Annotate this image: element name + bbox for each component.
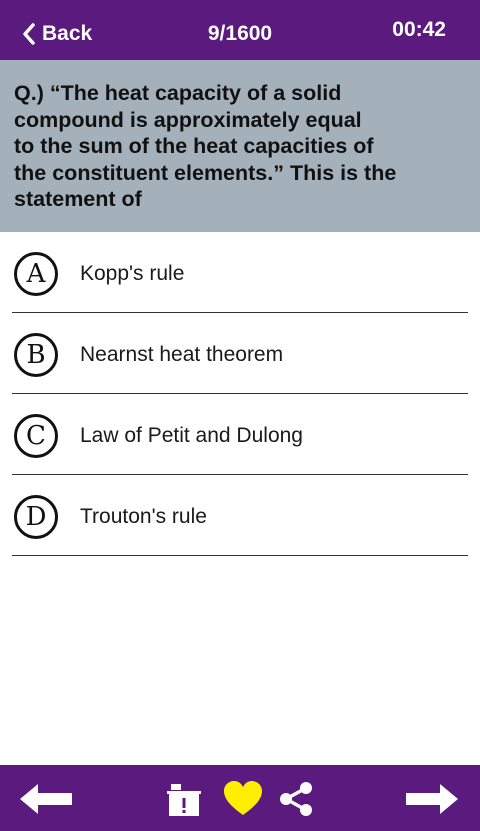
share-button[interactable]	[276, 779, 316, 819]
option-letter-badge: B	[14, 333, 58, 377]
timer: 00:42	[392, 18, 446, 41]
report-button[interactable]	[164, 779, 204, 819]
option-letter-badge: C	[14, 414, 58, 458]
report-box-icon	[167, 784, 201, 816]
option-label: Nearnst heat theorem	[80, 343, 284, 366]
option-b[interactable]: B Nearnst heat theorem	[0, 313, 480, 394]
question-line: compound is approximately equal	[14, 107, 362, 132]
option-c[interactable]: C Law of Petit and Dulong	[0, 394, 480, 475]
question-line: Q.) “The heat capacity of a solid	[14, 81, 342, 105]
share-icon	[280, 782, 312, 816]
question-line: statement of	[14, 187, 142, 211]
favorite-button[interactable]	[222, 779, 264, 819]
previous-button[interactable]	[14, 779, 76, 819]
question-line: to the sum of the heat capacities of	[14, 134, 374, 158]
top-bar: Back 9/1600 00:42	[0, 0, 480, 60]
bottom-bar	[0, 765, 480, 831]
heart-icon	[224, 781, 262, 815]
arrow-left-icon	[20, 784, 72, 814]
divider	[12, 555, 468, 556]
option-label: Kopp's rule	[80, 262, 185, 285]
option-d[interactable]: D Trouton's rule	[0, 475, 480, 556]
next-button[interactable]	[402, 779, 464, 819]
option-label: Trouton's rule	[80, 505, 207, 528]
option-a[interactable]: A Kopp's rule	[0, 232, 480, 313]
option-label: Law of Petit and Dulong	[80, 424, 303, 447]
option-letter-badge: A	[14, 252, 58, 296]
question-line: the constituent elements.” This is the	[14, 160, 397, 185]
question-panel: Q.) “The heat capacity of a solid compou…	[0, 60, 480, 232]
option-letter-badge: D	[14, 495, 58, 539]
answer-options: A Kopp's rule B Nearnst heat theorem C L…	[0, 232, 480, 556]
arrow-right-icon	[406, 784, 458, 814]
